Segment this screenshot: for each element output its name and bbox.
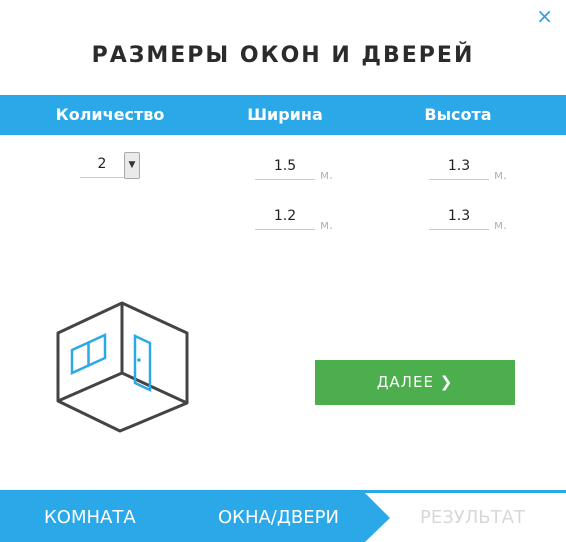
chevron-right-icon: ❯ xyxy=(439,373,454,391)
height-input-2[interactable]: 1.3 xyxy=(429,203,489,230)
width-input-2[interactable]: 1.2 xyxy=(255,203,315,230)
close-button[interactable]: × xyxy=(536,6,553,26)
step-navigation: КОМНАТА ОКНА/ДВЕРИ РЕЗУЛЬТАТ xyxy=(0,490,566,542)
page-title: РАЗМЕРЫ ОКОН И ДВЕРЕЙ xyxy=(91,43,475,68)
header-width: Ширина xyxy=(247,105,323,124)
next-button[interactable]: ДАЛЕЕ ❯ xyxy=(315,360,515,405)
step-result[interactable]: РЕЗУЛЬТАТ xyxy=(420,507,525,529)
step-windows-doors[interactable]: ОКНА/ДВЕРИ xyxy=(218,507,339,529)
width-unit-2: м. xyxy=(320,218,333,232)
header-height: Высота xyxy=(424,105,492,124)
height-value-2: 1.3 xyxy=(429,203,489,230)
width-value-1: 1.5 xyxy=(255,153,315,180)
height-input-1[interactable]: 1.3 xyxy=(429,153,489,180)
height-unit-2: м. xyxy=(494,218,507,232)
width-unit-1: м. xyxy=(320,168,333,182)
height-value-1: 1.3 xyxy=(429,153,489,180)
width-value-2: 1.2 xyxy=(255,203,315,230)
next-button-label: ДАЛЕЕ xyxy=(376,373,434,391)
width-input-1[interactable]: 1.5 xyxy=(255,153,315,180)
quantity-value: 2 xyxy=(80,151,124,178)
step-room[interactable]: КОМНАТА xyxy=(44,507,136,529)
chevron-down-icon[interactable]: ▼ xyxy=(124,152,140,179)
table-header: Количество Ширина Высота xyxy=(0,95,566,135)
room-illustration-icon xyxy=(56,301,189,433)
header-quantity: Количество xyxy=(55,105,165,124)
quantity-select[interactable]: 2 ▼ xyxy=(80,151,140,179)
height-unit-1: м. xyxy=(494,168,507,182)
